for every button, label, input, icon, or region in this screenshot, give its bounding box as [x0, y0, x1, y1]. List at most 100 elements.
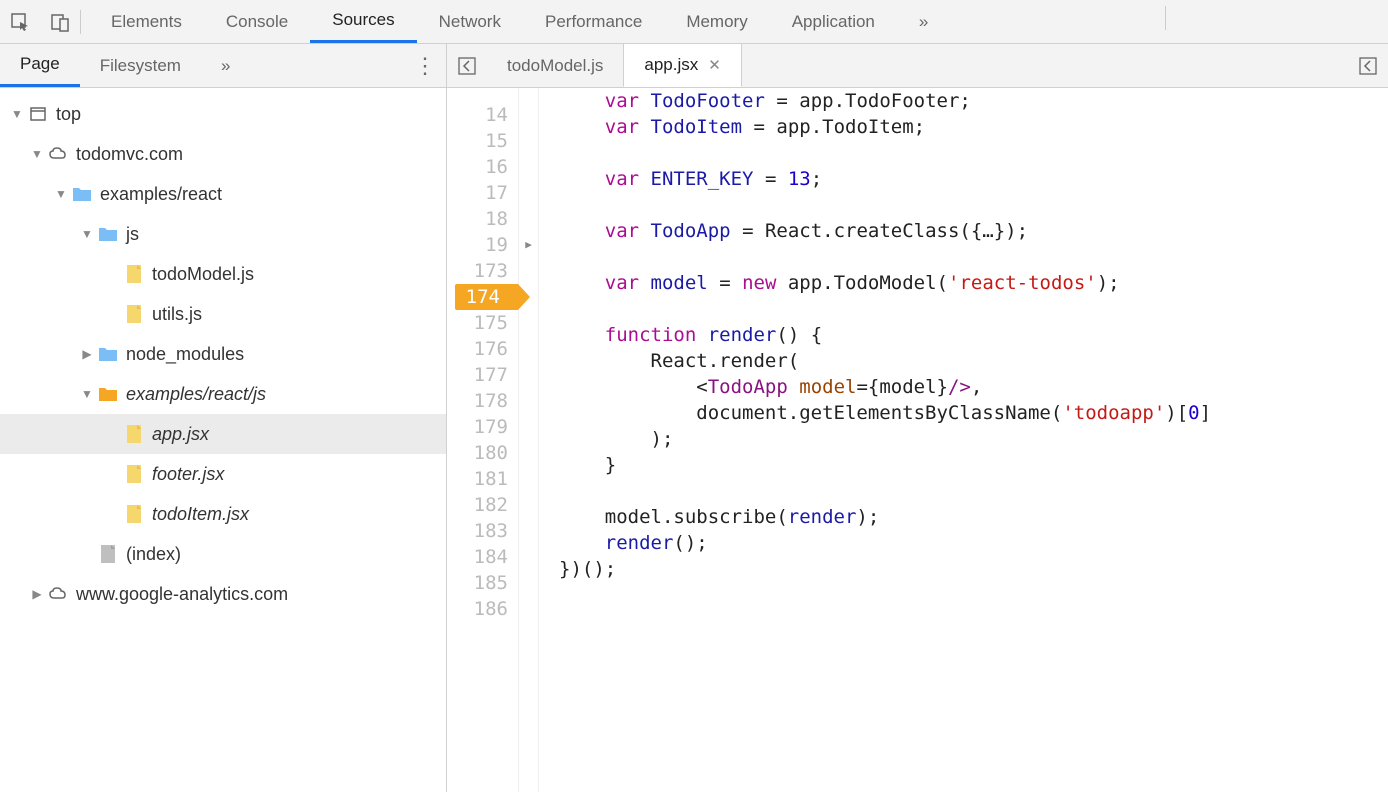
line-number[interactable]: 185: [447, 570, 518, 596]
code-line[interactable]: [559, 296, 1388, 322]
code-line[interactable]: var TodoFooter = app.TodoFooter;: [559, 88, 1388, 114]
fold-marker[interactable]: ▶: [519, 232, 538, 258]
editor-tab[interactable]: todoModel.js: [487, 44, 623, 87]
close-tab-icon[interactable]: ✕: [708, 56, 721, 74]
code-line[interactable]: [559, 582, 1388, 608]
tab-network[interactable]: Network: [417, 0, 523, 43]
tree-item[interactable]: ▶node_modules: [0, 334, 446, 374]
expand-arrow-icon[interactable]: ▶: [28, 587, 46, 601]
tab-elements[interactable]: Elements: [89, 0, 204, 43]
tree-item[interactable]: ▶ www.google-analytics.com: [0, 574, 446, 614]
line-number[interactable]: 19: [447, 232, 518, 258]
expand-arrow-icon[interactable]: ▼: [78, 387, 96, 401]
expand-arrow-icon[interactable]: ▼: [28, 147, 46, 161]
line-number[interactable]: 14: [447, 102, 518, 128]
inspect-element-icon[interactable]: [0, 0, 40, 44]
line-number[interactable]: 184: [447, 544, 518, 570]
code-line[interactable]: [559, 478, 1388, 504]
tree-item-label: www.google-analytics.com: [76, 584, 288, 605]
code-line[interactable]: [559, 140, 1388, 166]
code-line[interactable]: [559, 244, 1388, 270]
code-line[interactable]: document.getElementsByClassName('todoapp…: [559, 400, 1388, 426]
tabs-overflow-button[interactable]: »: [897, 0, 950, 43]
line-number[interactable]: 179: [447, 414, 518, 440]
tree-item[interactable]: utils.js: [0, 294, 446, 334]
code-line[interactable]: render();: [559, 530, 1388, 556]
code-line[interactable]: [559, 192, 1388, 218]
sidebar-tabs-overflow[interactable]: »: [201, 44, 250, 87]
tree-item[interactable]: ▼top: [0, 94, 446, 134]
line-number[interactable]: 186: [447, 596, 518, 622]
tree-item[interactable]: ▼js: [0, 214, 446, 254]
tree-item[interactable]: todoItem.jsx: [0, 494, 446, 534]
tree-item[interactable]: ▼ todomvc.com: [0, 134, 446, 174]
main-panel-tabs: Elements Console Sources Network Perform…: [89, 0, 950, 43]
sidebar-menu-icon[interactable]: ⋮: [404, 53, 446, 79]
tree-item-label: todoModel.js: [152, 264, 254, 285]
line-number[interactable]: [447, 90, 518, 102]
code-line[interactable]: })();: [559, 556, 1388, 582]
line-number[interactable]: 16: [447, 154, 518, 180]
code-line[interactable]: var ENTER_KEY = 13;: [559, 166, 1388, 192]
tree-item[interactable]: todoModel.js: [0, 254, 446, 294]
line-number[interactable]: 178: [447, 388, 518, 414]
sidebar-tab-filesystem[interactable]: Filesystem: [80, 44, 201, 87]
code-content[interactable]: app.COMPLETED_TODOS = 'completed'; var T…: [539, 88, 1388, 792]
tree-item-label: examples/react: [100, 184, 222, 205]
tree-item[interactable]: app.jsx: [0, 414, 446, 454]
line-number[interactable]: 181: [447, 466, 518, 492]
code-line[interactable]: var model = new app.TodoModel('react-tod…: [559, 270, 1388, 296]
expand-arrow-icon[interactable]: ▶: [78, 347, 96, 361]
code-editor[interactable]: 1415161718191731741751761771781791801811…: [447, 88, 1388, 792]
fold-marker: [519, 570, 538, 596]
code-line[interactable]: var TodoApp = React.createClass({…});: [559, 218, 1388, 244]
tree-item[interactable]: ▼ examples/react: [0, 174, 446, 214]
expand-arrow-icon[interactable]: ▼: [52, 187, 70, 201]
tree-item[interactable]: (index): [0, 534, 446, 574]
line-number[interactable]: 180: [447, 440, 518, 466]
line-number[interactable]: 17: [447, 180, 518, 206]
tree-item[interactable]: ▼ examples/react/js: [0, 374, 446, 414]
tree-item-label: todomvc.com: [76, 144, 183, 165]
fold-marker: [519, 518, 538, 544]
tab-console[interactable]: Console: [204, 0, 310, 43]
code-line[interactable]: model.subscribe(render);: [559, 504, 1388, 530]
code-line[interactable]: <TodoApp model={model}/>,: [559, 374, 1388, 400]
line-number[interactable]: 177: [447, 362, 518, 388]
line-number[interactable]: 175: [447, 310, 518, 336]
fold-marker: [519, 466, 538, 492]
tab-memory[interactable]: Memory: [664, 0, 769, 43]
file-yellow-icon: [122, 264, 146, 284]
expand-arrow-icon[interactable]: ▼: [8, 107, 26, 121]
toggle-device-toolbar-icon[interactable]: [40, 0, 80, 44]
fold-marker: [519, 544, 538, 570]
tab-application[interactable]: Application: [770, 0, 897, 43]
line-number-gutter[interactable]: 1415161718191731741751761771781791801811…: [447, 88, 519, 792]
code-line[interactable]: function render() {: [559, 322, 1388, 348]
expand-arrow-icon[interactable]: ▼: [78, 227, 96, 241]
fold-marker: [519, 180, 538, 206]
code-line[interactable]: }: [559, 452, 1388, 478]
editor-tab[interactable]: app.jsx✕: [623, 44, 741, 87]
tree-item-label: todoItem.jsx: [152, 504, 249, 525]
tab-performance[interactable]: Performance: [523, 0, 664, 43]
show-navigator-icon[interactable]: [447, 57, 487, 75]
tab-sources[interactable]: Sources: [310, 0, 416, 43]
line-number[interactable]: 183: [447, 518, 518, 544]
line-number[interactable]: 173: [447, 258, 518, 284]
line-number[interactable]: 18: [447, 206, 518, 232]
code-line[interactable]: var TodoItem = app.TodoItem;: [559, 114, 1388, 140]
code-line[interactable]: );: [559, 426, 1388, 452]
fold-gutter[interactable]: ▶: [519, 88, 539, 792]
code-line[interactable]: React.render(: [559, 348, 1388, 374]
tree-item-label: examples/react/js: [126, 384, 266, 405]
line-number[interactable]: 15: [447, 128, 518, 154]
line-number[interactable]: 176: [447, 336, 518, 362]
breakpoint-line-number[interactable]: 174: [455, 284, 518, 310]
show-debugger-icon[interactable]: [1348, 57, 1388, 75]
line-number[interactable]: 182: [447, 492, 518, 518]
tab-label: Memory: [686, 12, 747, 32]
sidebar-tab-page[interactable]: Page: [0, 44, 80, 87]
tree-item[interactable]: footer.jsx: [0, 454, 446, 494]
sources-sidebar: Page Filesystem » ⋮ ▼top▼todomvc.com▼exa…: [0, 44, 447, 792]
